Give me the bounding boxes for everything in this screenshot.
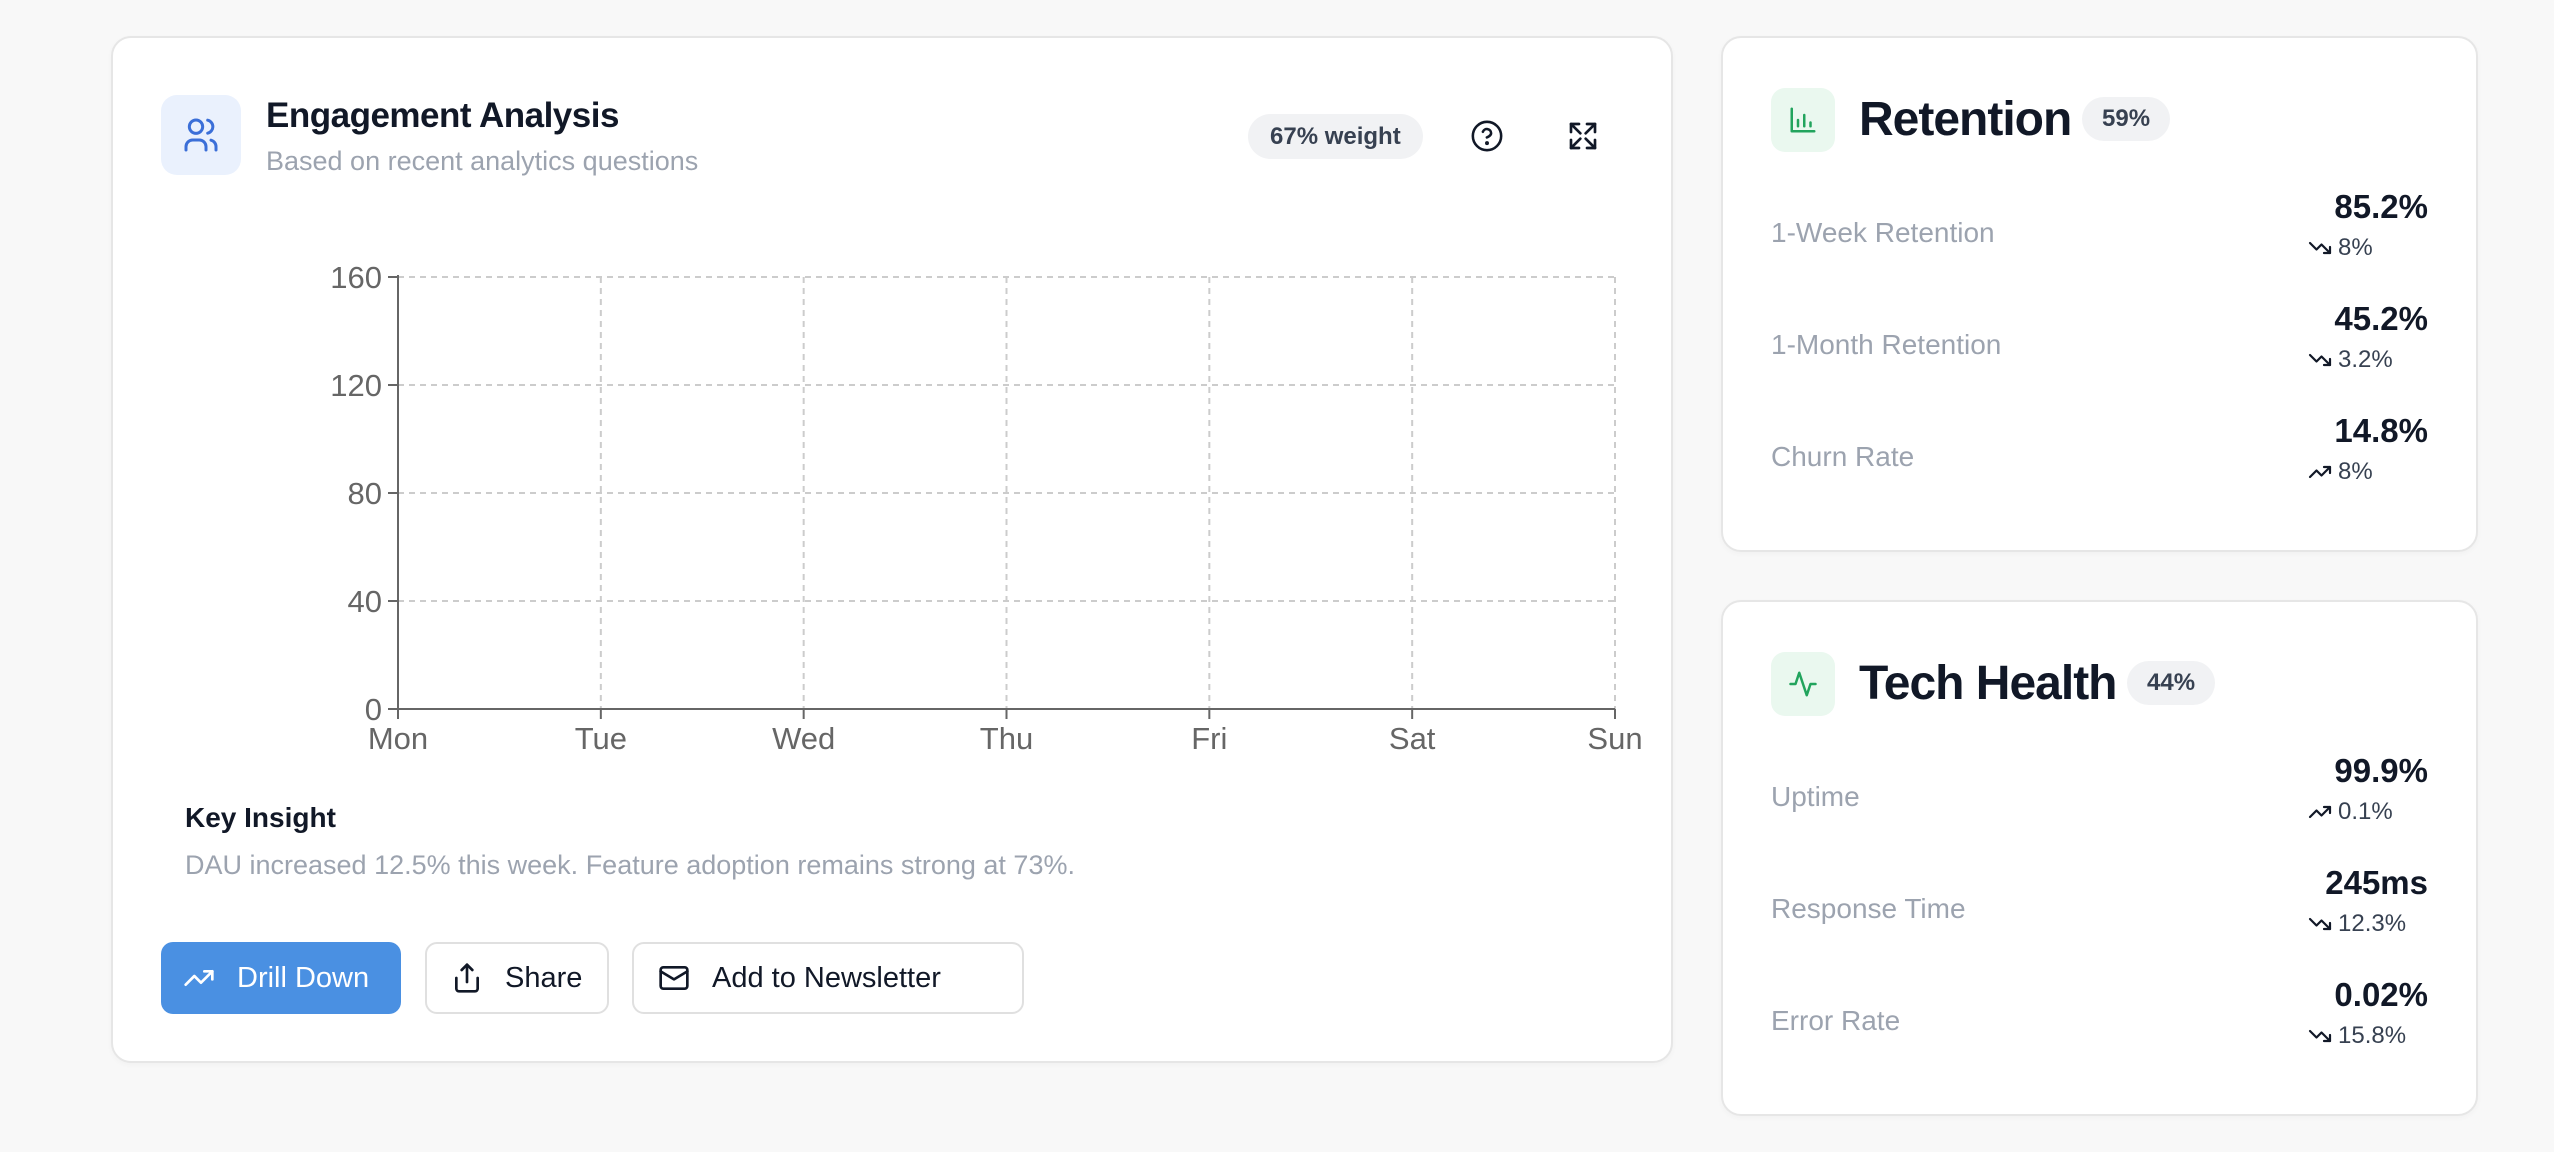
retention-title: Retention (1859, 93, 2072, 146)
metric-trend-value: 15.8% (2338, 1022, 2407, 1049)
metric-trend: 8% (2308, 458, 2428, 486)
share-label: Share (505, 961, 583, 994)
metric-value: 99.9% (2334, 752, 2428, 789)
add-to-newsletter-label: Add to Newsletter (712, 961, 941, 994)
users-icon (161, 95, 241, 175)
trending-up-icon (184, 970, 214, 986)
metric-value: 14.8% (2334, 412, 2428, 449)
metric-label: 1-Month Retention (1771, 329, 2002, 360)
help-button[interactable] (1461, 110, 1513, 162)
tech-health-card: Tech Health 44% Uptime 99.9% 0.1% Response … (1721, 600, 2478, 1116)
metric-trend-value: 8% (2338, 458, 2373, 485)
trend-down-icon (2308, 917, 2332, 931)
drill-down-button[interactable]: Drill Down (161, 942, 401, 1014)
metric-row: Response Time 245ms 12.3% (1771, 864, 2428, 954)
metric-value: 245ms (2325, 864, 2428, 901)
engagement-subtitle: Based on recent analytics questions (266, 146, 699, 176)
y-tick-label: 160 (330, 260, 382, 295)
weight-badge: 67% weight (1248, 114, 1423, 159)
metric-trend: 12.3% (2308, 910, 2428, 938)
trend-up-icon (2308, 805, 2332, 819)
drill-down-label: Drill Down (237, 961, 370, 994)
metric-value: 0.02% (2334, 976, 2428, 1013)
metric-trend-value: 0.1% (2338, 798, 2393, 825)
metric-trend-value: 3.2% (2338, 346, 2393, 373)
expand-button[interactable] (1557, 110, 1609, 162)
share-icon (455, 963, 479, 993)
metric-row: Churn Rate 14.8% 8% (1771, 412, 2428, 502)
trend-down-icon (2308, 353, 2332, 367)
y-tick-label: 120 (330, 368, 382, 403)
metric-trend: 8% (2308, 234, 2428, 262)
help-circle-icon (1471, 120, 1503, 152)
bar-chart-icon (1771, 88, 1835, 152)
x-tick-label: Mon (368, 721, 428, 756)
metric-value: 45.2% (2334, 300, 2428, 337)
insight-title: Key Insight (185, 802, 336, 833)
metric-trend-value: 8% (2338, 234, 2373, 261)
metric-label: Churn Rate (1771, 441, 1915, 472)
metric-label: Response Time (1771, 893, 1966, 924)
share-button[interactable]: Share (425, 942, 609, 1014)
x-tick-label: Fri (1191, 721, 1227, 756)
metric-label: Uptime (1771, 781, 1860, 812)
metric-row: 1-Week Retention 85.2% 8% (1771, 188, 2428, 278)
metric-value: 85.2% (2334, 188, 2428, 225)
x-tick-label: Thu (980, 721, 1033, 756)
retention-badge: 59% (2082, 97, 2171, 141)
y-tick-label: 40 (348, 584, 382, 619)
tech-health-badge: 44% (2127, 661, 2216, 705)
metric-label: Error Rate (1771, 1005, 1901, 1036)
activity-icon (1771, 652, 1835, 716)
engagement-chart: 04080120160Mon Tue Wed Thu Fri Sat Sun (330, 260, 1642, 756)
y-tick-label: 80 (348, 476, 382, 511)
metric-trend: 3.2% (2308, 346, 2428, 374)
metric-row: Uptime 99.9% 0.1% (1771, 752, 2428, 842)
engagement-card: Engagement Analysis Based on recent anal… (111, 36, 1673, 1063)
metric-trend-value: 12.3% (2338, 910, 2407, 937)
trend-down-icon (2308, 1029, 2332, 1043)
metric-label: 1-Week Retention (1771, 217, 1995, 248)
retention-card: Retention 59% 1-Week Retention 85.2% 8% 1-M… (1721, 36, 2478, 552)
metric-row: 1-Month Retention 45.2% 3.2% (1771, 300, 2428, 390)
x-tick-label: Sat (1389, 721, 1436, 756)
trend-up-icon (2308, 465, 2332, 479)
expand-icon (1569, 122, 1597, 150)
x-tick-label: Wed (772, 721, 835, 756)
add-to-newsletter-button[interactable]: Add to Newsletter (632, 942, 1024, 1014)
metric-row: Error Rate 0.02% 15.8% (1771, 976, 2428, 1066)
engagement-title: Engagement Analysis (266, 96, 619, 135)
metric-trend: 0.1% (2308, 798, 2428, 826)
mail-icon (659, 966, 689, 990)
metric-trend: 15.8% (2308, 1022, 2428, 1050)
x-tick-label: Tue (575, 721, 627, 756)
tech-health-title: Tech Health (1859, 657, 2117, 710)
x-tick-label: Sun (1587, 721, 1642, 756)
trend-down-icon (2308, 241, 2332, 255)
insight-text: DAU increased 12.5% this week. Feature a… (185, 850, 1075, 880)
